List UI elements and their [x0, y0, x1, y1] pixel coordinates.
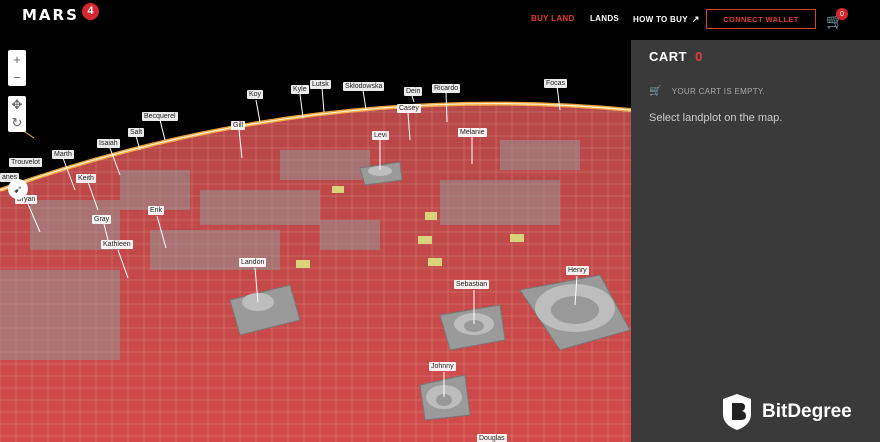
connect-wallet-button[interactable]: CONNECT WALLET: [706, 9, 816, 29]
plot-label[interactable]: Landon: [239, 258, 267, 267]
rotate-icon[interactable]: ↻: [8, 114, 26, 132]
compass-icon[interactable]: ➹: [8, 179, 28, 199]
plot-label[interactable]: Keith: [76, 174, 96, 183]
bitdegree-logo-icon: [723, 394, 751, 430]
plot-label[interactable]: Erik: [148, 206, 165, 215]
top-header: MARS 4 BUY LAND LANDS HOW TO BUY ↗ CONNE…: [0, 0, 880, 40]
plot-label[interactable]: Dein: [404, 87, 423, 96]
zoom-out-button[interactable]: −: [8, 68, 26, 86]
cart-empty-row: 🛒 YOUR CART IS EMPTY.: [649, 86, 765, 97]
mars4-logo[interactable]: MARS 4: [22, 2, 99, 24]
plot-label[interactable]: Ricardo: [432, 84, 461, 93]
plot-label[interactable]: Casey: [397, 104, 421, 113]
nav-how-to-buy[interactable]: HOW TO BUY ↗: [633, 14, 700, 25]
plot-label[interactable]: Johnny: [429, 362, 456, 371]
mars-map[interactable]: Koy Kyle Lutsk Skłodowska Dein Ricardo F…: [0, 40, 631, 442]
logo-badge: 4: [81, 2, 99, 20]
logo-text: MARS: [22, 6, 79, 24]
plot-label[interactable]: Focas: [544, 79, 568, 88]
plot-label[interactable]: Marth: [52, 150, 74, 159]
plot-label[interactable]: Becquerel: [142, 112, 178, 121]
bitdegree-watermark: BitDegree: [720, 392, 852, 432]
cart-count: 0: [695, 49, 703, 64]
bitdegree-text: BitDegree: [762, 401, 852, 422]
cart-panel: CART 0 🛒 YOUR CART IS EMPTY. Select landp…: [631, 40, 880, 442]
plot-label[interactable]: Salt: [128, 128, 145, 137]
plot-label[interactable]: Lutsk: [310, 80, 331, 89]
cart-title: CART 0: [649, 49, 703, 64]
plot-label[interactable]: Koy: [247, 90, 264, 99]
nav-buy-land[interactable]: BUY LAND: [531, 14, 575, 23]
plot-label[interactable]: Henry: [566, 266, 589, 275]
plot-label[interactable]: Douglas: [477, 434, 507, 442]
plot-label[interactable]: Skłodowska: [343, 82, 385, 91]
move-icon[interactable]: ✥: [8, 96, 26, 114]
mars-surface[interactable]: [0, 40, 631, 442]
cart-count-badge: 0: [836, 8, 848, 20]
zoom-control: + −: [8, 50, 26, 86]
plot-label[interactable]: Sebastian: [454, 280, 490, 289]
zoom-in-button[interactable]: +: [8, 50, 26, 68]
external-link-icon: ↗: [691, 14, 700, 24]
plot-label[interactable]: Gray: [92, 215, 112, 224]
nav-lands[interactable]: LANDS: [590, 14, 619, 23]
nav-how-to-buy-label: HOW TO BUY: [633, 15, 688, 24]
view-control: ✥ ↻: [8, 96, 26, 132]
plot-label[interactable]: Melanie: [458, 128, 487, 137]
plot-label[interactable]: Trouvelot: [9, 158, 42, 167]
plot-label[interactable]: Gill: [231, 121, 246, 130]
select-landplot-hint: Select landplot on the map.: [649, 112, 783, 124]
cart-empty-text: YOUR CART IS EMPTY.: [671, 87, 766, 96]
plot-label[interactable]: Isaiah: [97, 139, 120, 148]
plot-label[interactable]: Kyle: [291, 85, 309, 94]
plot-label[interactable]: Levi: [372, 131, 389, 140]
cart-small-icon: 🛒: [649, 86, 662, 97]
plot-label[interactable]: Kathleen: [101, 240, 133, 249]
cart-title-label: CART: [649, 49, 688, 64]
